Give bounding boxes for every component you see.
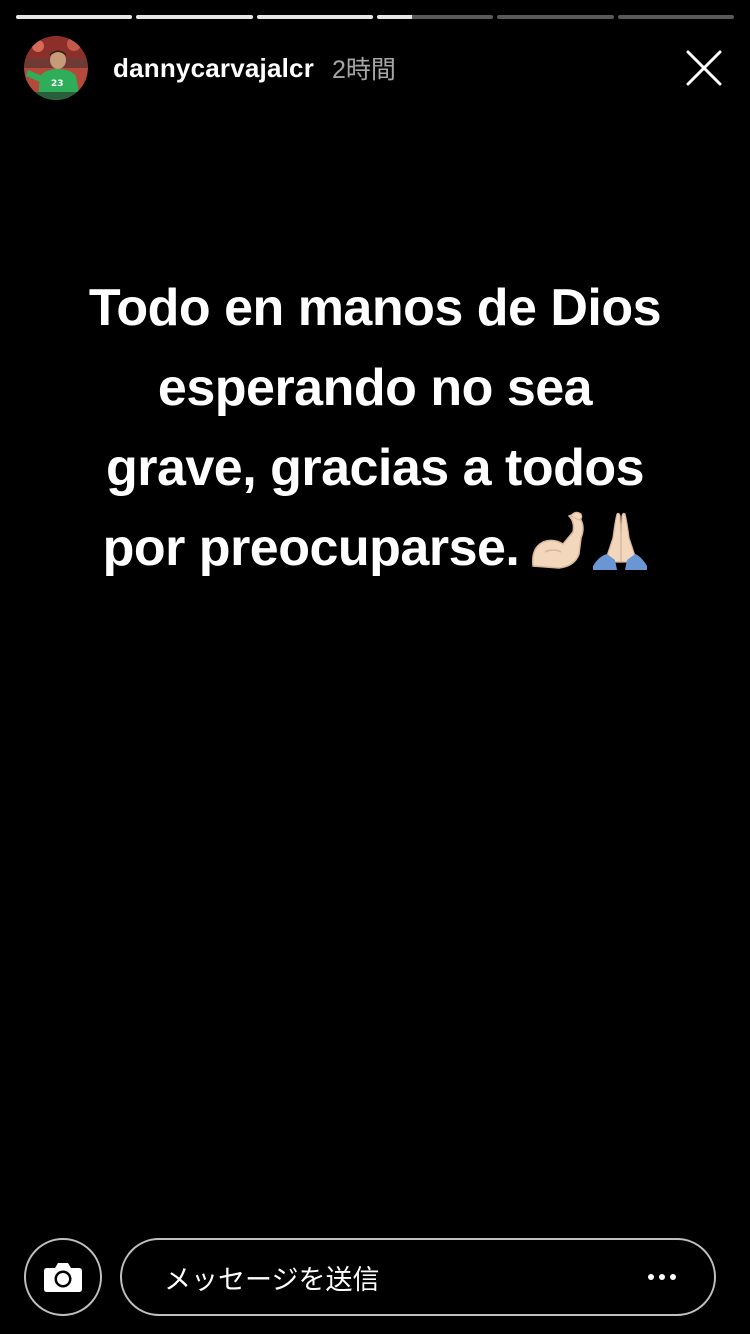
caption-emojis: [529, 508, 648, 595]
progress-segment: [376, 15, 494, 19]
progress-segment: [136, 15, 253, 19]
story-viewer[interactable]: 23 dannycarvajalcr 2時間 Todo en manos de …: [0, 0, 750, 1334]
story-header: 23 dannycarvajalcr 2時間: [24, 36, 726, 100]
progress-segment-fill: [256, 15, 373, 19]
more-dots-icon[interactable]: [648, 1274, 676, 1280]
progress-segment-fill: [376, 15, 412, 19]
camera-icon: [44, 1263, 82, 1292]
folded-hands-icon: [593, 512, 648, 570]
author-username[interactable]: dannycarvajalcr: [113, 53, 314, 84]
message-input[interactable]: メッセージを送信: [120, 1238, 716, 1316]
author-avatar[interactable]: 23: [24, 36, 88, 100]
avatar-image: 23: [24, 36, 88, 100]
progress-segment-fill: [136, 15, 253, 19]
progress-segment: [16, 15, 133, 19]
close-button[interactable]: [686, 50, 722, 86]
flexed-biceps-icon: [532, 511, 585, 569]
camera-button[interactable]: [24, 1238, 102, 1316]
progress-segment-fill: [16, 15, 133, 19]
svg-text:23: 23: [51, 79, 64, 89]
story-caption: Todo en manos de Dios esperando no sea g…: [30, 268, 720, 595]
story-timestamp: 2時間: [332, 56, 396, 84]
progress-segment: [256, 15, 373, 19]
message-placeholder: メッセージを送信: [164, 1264, 380, 1296]
progress-segment: [617, 15, 734, 19]
story-progress-bar: [16, 15, 734, 19]
close-icon: [686, 50, 722, 86]
flexed-biceps-and-folded-hands-icon: [532, 511, 648, 570]
progress-segment: [497, 15, 614, 19]
